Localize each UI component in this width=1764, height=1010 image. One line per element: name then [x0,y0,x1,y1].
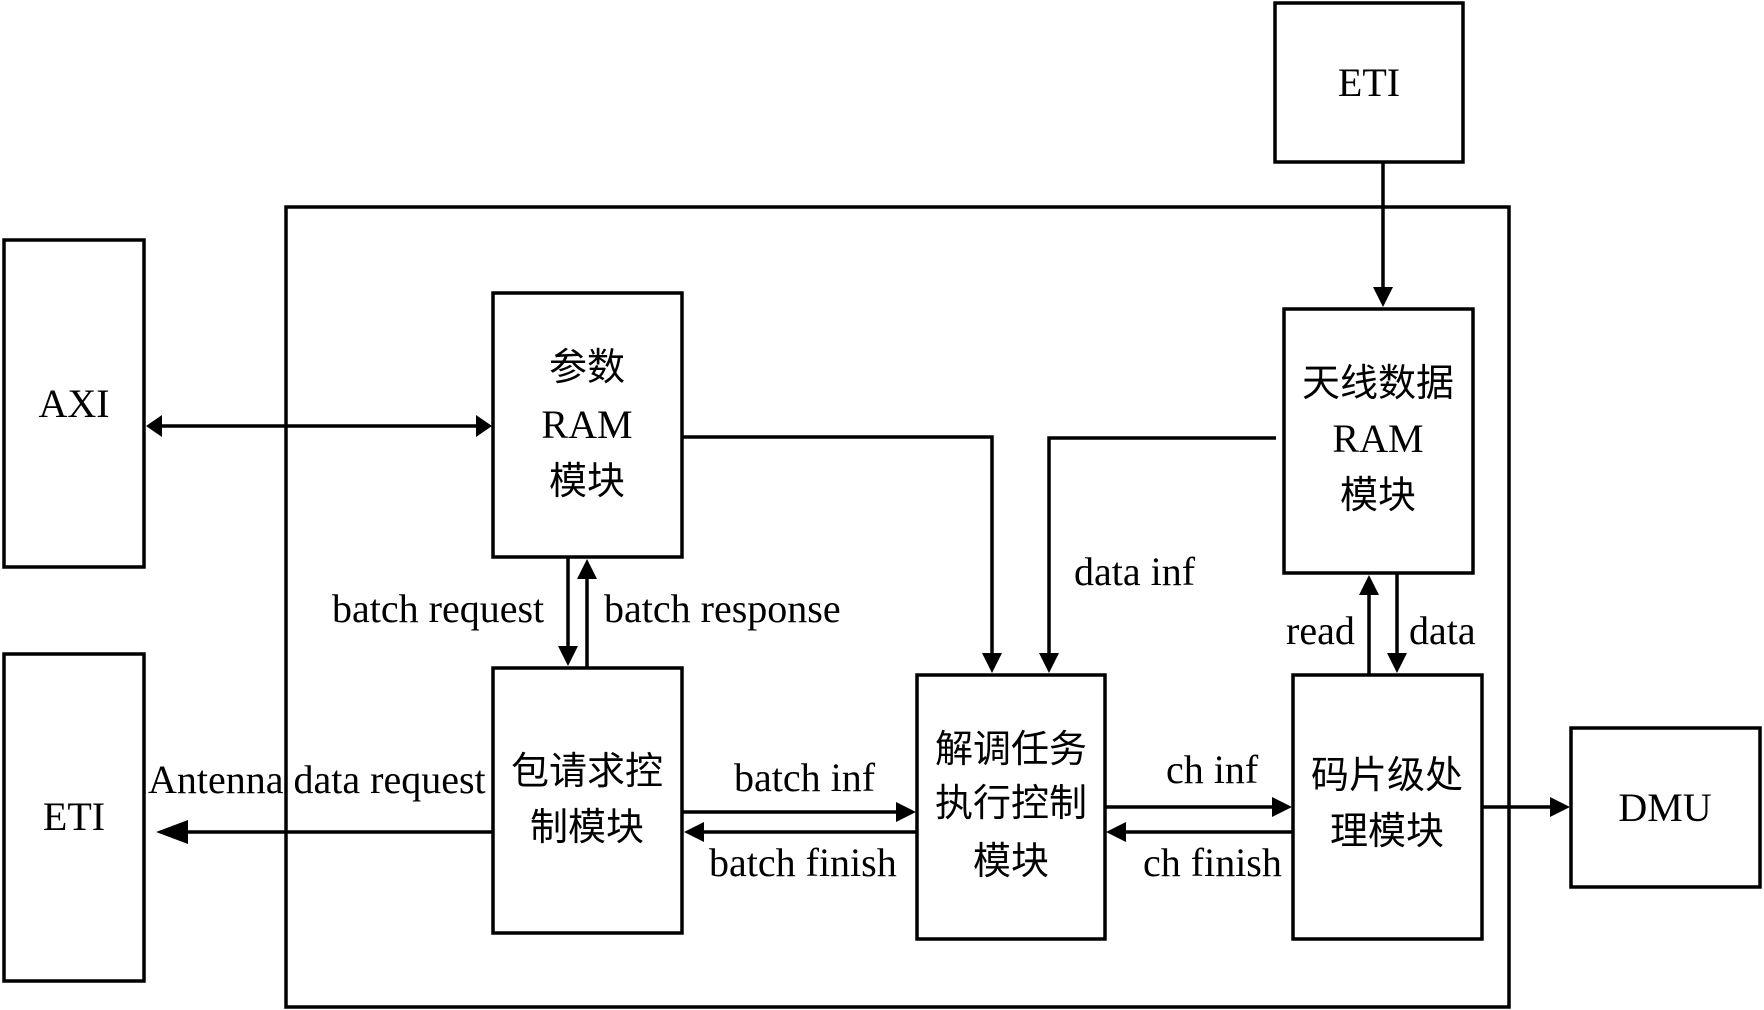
packet-request-module: 包请求控 制模块 [491,666,684,935]
axi-label: AXI [38,381,109,426]
antenna-ram-module: 天线数据 RAM 模块 [1282,307,1475,575]
demod-task-module: 解调任务 执行控制 模块 [915,673,1107,941]
param-ram-module: 参数 RAM 模块 [491,291,684,559]
demod-task-line-2: 执行控制 [935,781,1087,825]
batch-response-label: batch response [604,586,841,631]
eti-left-block: ETI [2,652,146,983]
antenna-data-request-label: Antenna data request [148,757,486,802]
param-ram-line-3: 模块 [549,459,625,503]
arrowhead-left [156,820,188,844]
chip-processing-line-2: 理模块 [1330,809,1444,853]
eti-left-label: ETI [43,794,105,839]
batch-inf-label: batch inf [734,755,876,800]
antenna-ram-line-3: 模块 [1340,473,1416,517]
block-diagram: AXI ETI ETI DMU 参数 RAM 模块 包请求控 制模块 解调任务 … [2,1,1762,1009]
chip-processing-module: 码片级处 理模块 [1291,673,1484,941]
read-label: read [1286,608,1355,653]
eti-top-label: ETI [1338,60,1400,105]
ch-finish-label: ch finish [1143,840,1282,885]
arrowhead-right [1550,797,1570,817]
param-ram-line-1: 参数 [549,345,625,389]
packet-request-line-2: 制模块 [530,805,644,849]
dmu-block: DMU [1569,726,1762,889]
antenna-ram-line-2: RAM [1332,416,1423,461]
packet-request-line-1: 包请求控 [511,749,663,793]
batch-request-label: batch request [332,586,544,631]
ch-inf-label: ch inf [1166,747,1259,792]
axi-block: AXI [2,238,146,569]
demod-task-line-3: 模块 [973,839,1049,883]
data-inf-label: data inf [1074,549,1196,594]
dmu-label: DMU [1618,785,1711,830]
demod-task-line-1: 解调任务 [935,727,1087,771]
chip-processing-line-1: 码片级处 [1311,753,1463,797]
data-label: data [1409,608,1476,653]
antenna-ram-line-1: 天线数据 [1302,361,1454,405]
param-ram-line-2: RAM [541,402,632,447]
eti-top-block: ETI [1273,1,1465,164]
batch-finish-label: batch finish [709,840,897,885]
arrowhead-left [146,415,162,437]
